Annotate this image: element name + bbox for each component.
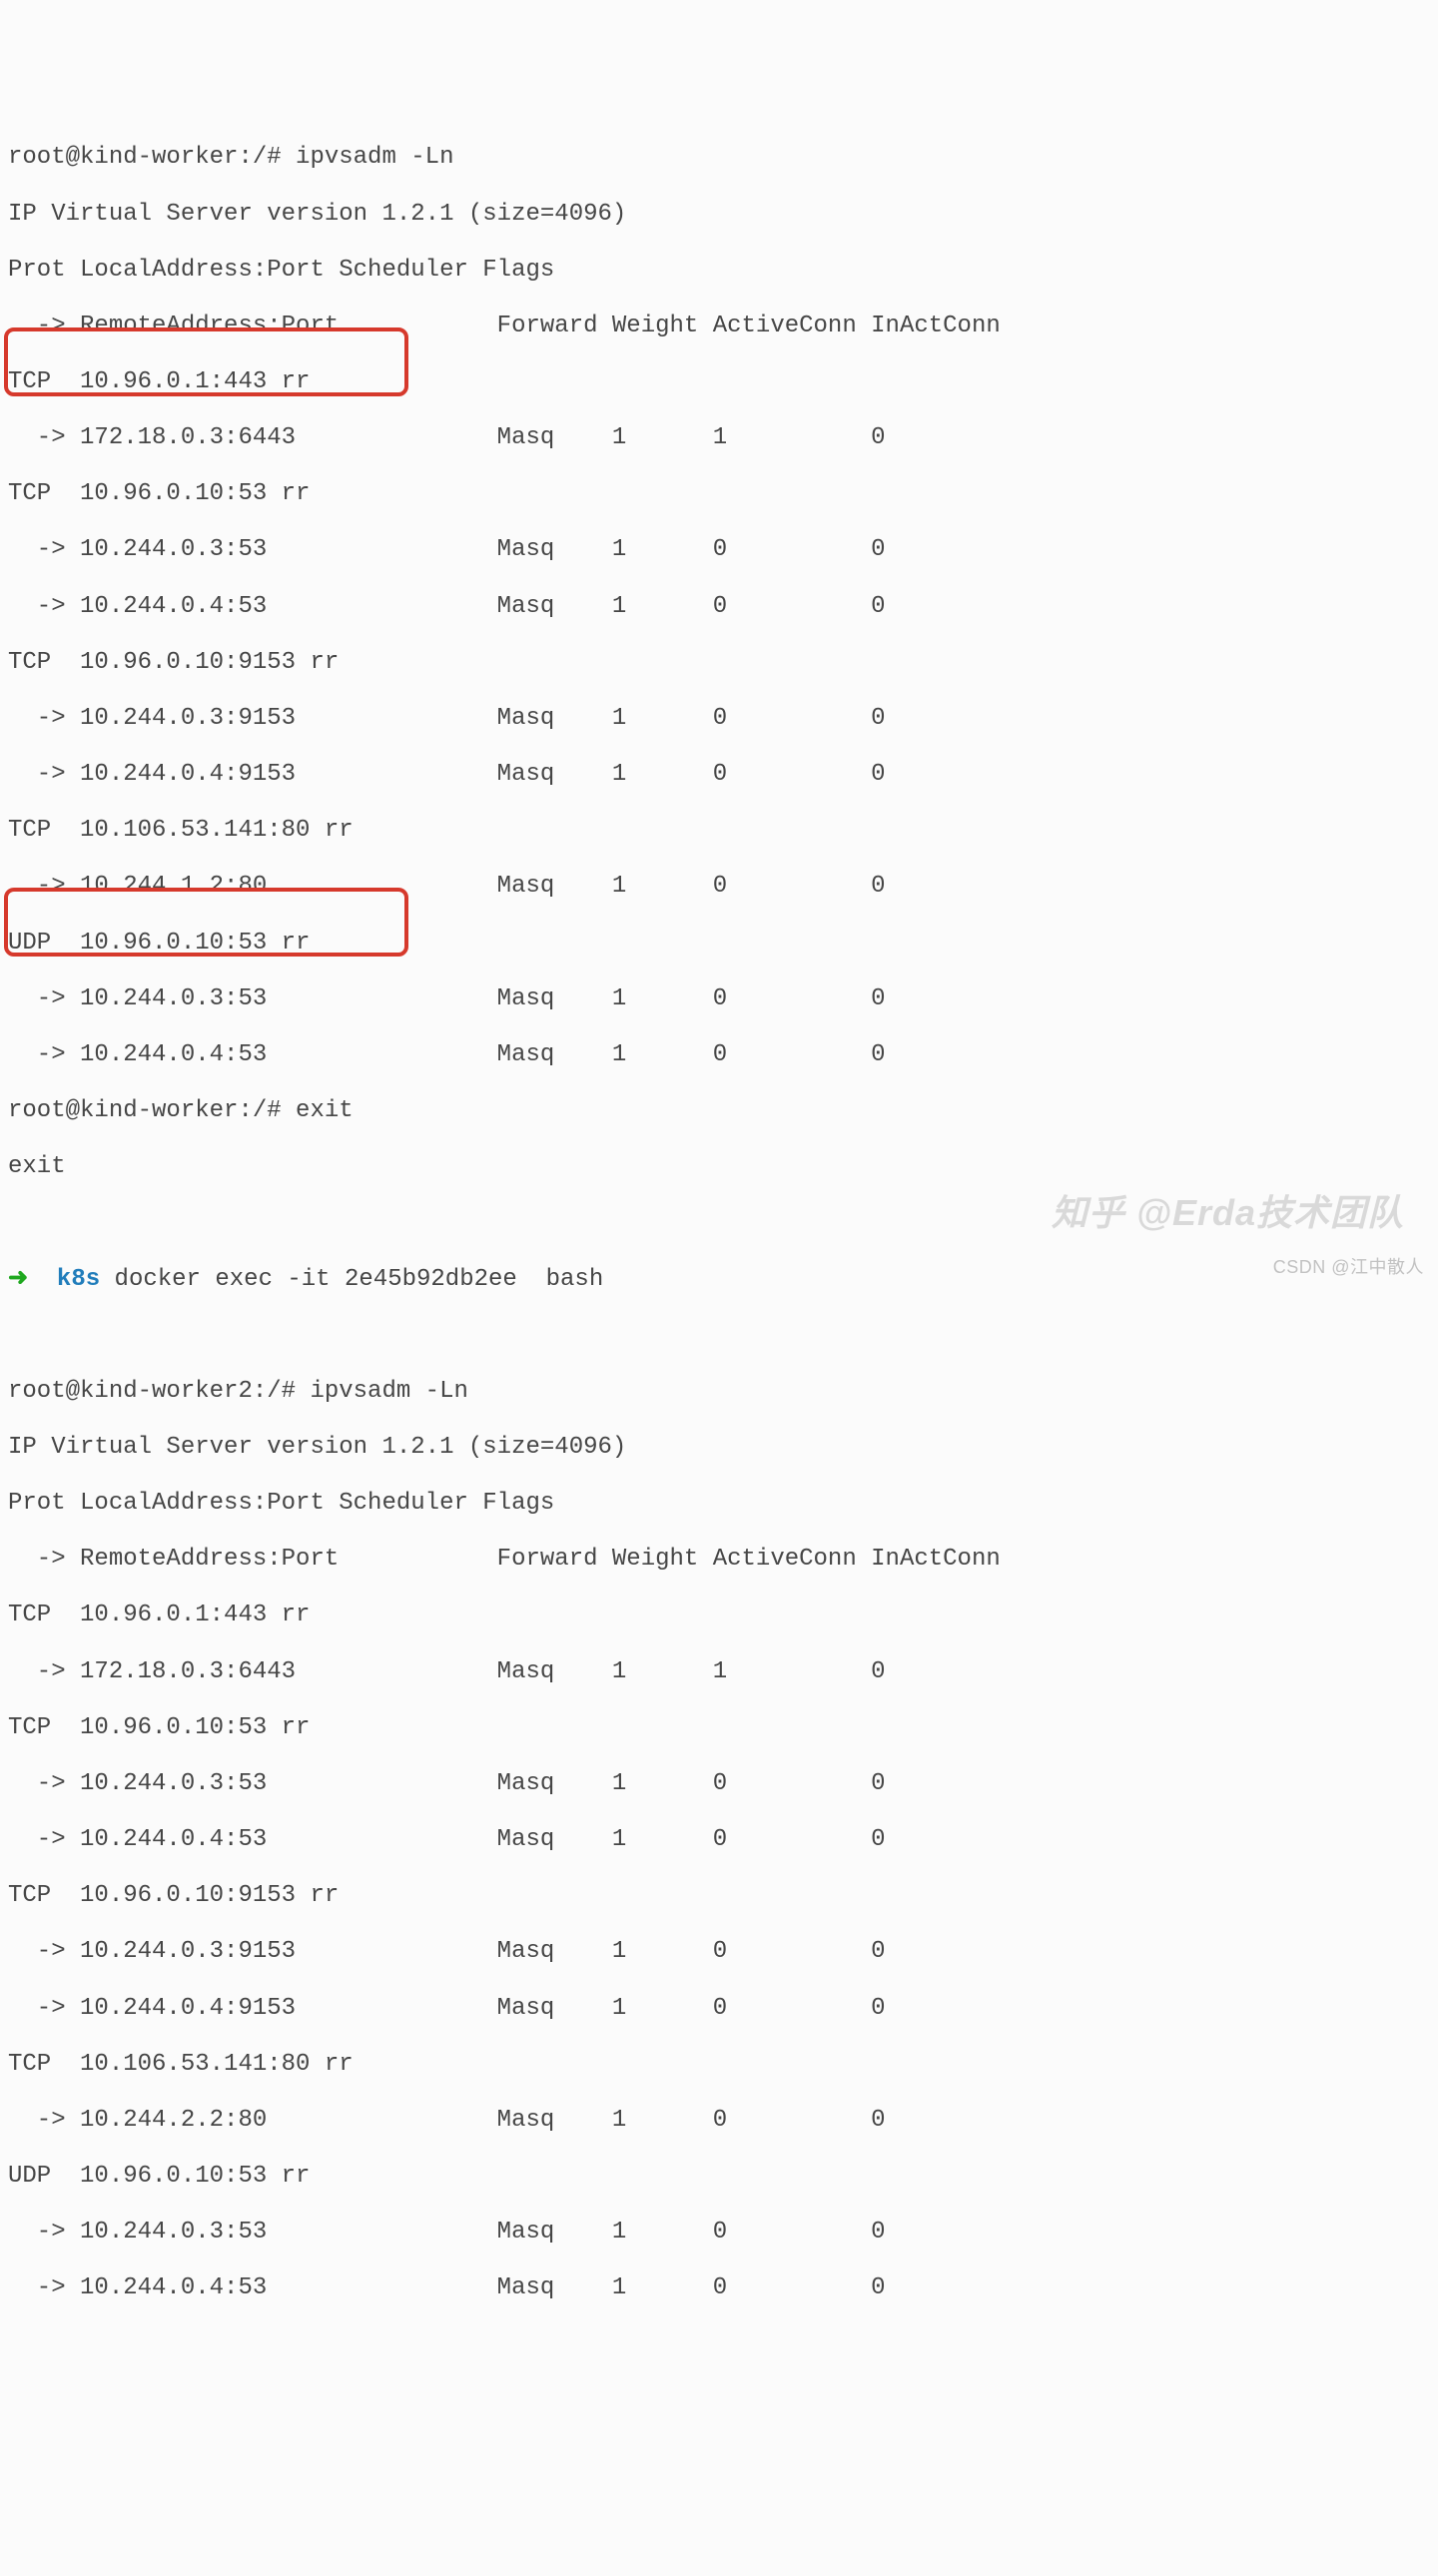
docker-command: docker exec -it 2e45b92db2ee bash [100,1266,603,1293]
ipvs-rule: -> 10.244.2.2:80 Masq 1 0 0 [8,2107,1430,2135]
terminal-line: root@kind-worker:/# ipvsadm -Ln [8,144,1430,172]
terminal-line: -> RemoteAddress:Port Forward Weight Act… [8,313,1430,340]
ipvs-rule: TCP 10.96.0.10:53 rr [8,480,1430,508]
ipvs-rule: -> 172.18.0.3:6443 Masq 1 1 0 [8,1658,1430,1686]
ipvs-rule: -> 10.244.0.3:53 Masq 1 0 0 [8,985,1430,1013]
ipvs-rule: -> 10.244.0.4:53 Masq 1 0 0 [8,1826,1430,1854]
terminal-line: exit [8,1153,1430,1181]
ipvs-rule: -> 10.244.0.3:9153 Masq 1 0 0 [8,1938,1430,1966]
ipvs-rule: -> 10.244.0.4:53 Masq 1 0 0 [8,1041,1430,1069]
ipvs-rule: TCP 10.96.0.10:9153 rr [8,1882,1430,1910]
ipvs-rule: TCP 10.106.53.141:80 rr [8,2051,1430,2079]
ipvs-rule: TCP 10.96.0.10:9153 rr [8,649,1430,677]
ipvs-rule: TCP 10.96.0.1:443 rr [8,368,1430,396]
ipvs-rule: TCP 10.96.0.1:443 rr [8,1602,1430,1629]
ipvs-rule: -> 10.244.1.2:80 Masq 1 0 0 [8,873,1430,901]
terminal-line: Prot LocalAddress:Port Scheduler Flags [8,257,1430,285]
ipvs-rule: TCP 10.106.53.141:80 rr [8,817,1430,845]
ipvs-rule: -> 10.244.0.4:53 Masq 1 0 0 [8,2274,1430,2302]
ipvs-rule: -> 10.244.0.3:53 Masq 1 0 0 [8,1770,1430,1798]
ipvs-rule: TCP 10.96.0.10:53 rr [8,1714,1430,1742]
ipvs-rule: -> 10.244.0.3:9153 Masq 1 0 0 [8,705,1430,733]
ipvs-rule: -> 10.244.0.4:53 Masq 1 0 0 [8,593,1430,621]
zhihu-watermark: 知乎 @Erda技术团队 [1052,1192,1404,1234]
docker-exec-line: ➜ k8s docker exec -it 2e45b92db2ee bash [8,1266,1430,1294]
ipvs-rule: -> 10.244.0.3:53 Masq 1 0 0 [8,536,1430,564]
ipvs-rule: UDP 10.96.0.10:53 rr [8,930,1430,958]
terminal-line: -> RemoteAddress:Port Forward Weight Act… [8,1546,1430,1574]
ipvs-rule: -> 10.244.0.3:53 Masq 1 0 0 [8,2219,1430,2247]
terminal-line: Prot LocalAddress:Port Scheduler Flags [8,1490,1430,1518]
terminal-line: root@kind-worker:/# exit [8,1097,1430,1125]
terminal-line: IP Virtual Server version 1.2.1 (size=40… [8,201,1430,229]
terminal-line: IP Virtual Server version 1.2.1 (size=40… [8,1434,1430,1462]
prompt-directory: k8s [57,1266,100,1293]
ipvs-rule: -> 172.18.0.3:6443 Masq 1 1 0 [8,424,1430,452]
ipvs-rule: -> 10.244.0.4:9153 Masq 1 0 0 [8,1995,1430,2023]
ipvs-rule: UDP 10.96.0.10:53 rr [8,2163,1430,2191]
prompt-arrow-icon: ➜ [8,1266,28,1293]
ipvs-rule: -> 10.244.0.4:9153 Masq 1 0 0 [8,761,1430,789]
terminal-line: root@kind-worker2:/# ipvsadm -Ln [8,1378,1430,1406]
